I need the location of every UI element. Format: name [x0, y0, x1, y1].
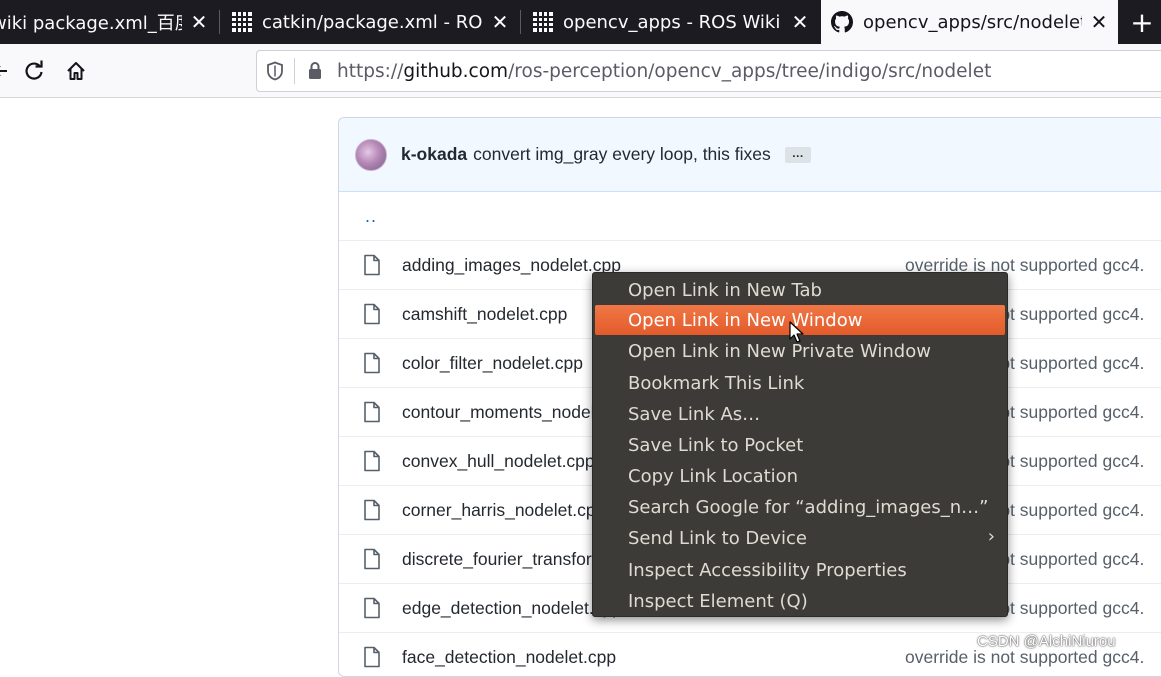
file-name-link[interactable]: face_detection_nodelet.cpp — [402, 647, 616, 668]
file-icon — [364, 499, 380, 521]
file-icon — [364, 646, 380, 668]
url-bar[interactable]: https://github.com/ros-perception/opencv… — [256, 50, 1161, 92]
parent-directory-link[interactable]: .. — [365, 206, 377, 227]
close-icon[interactable]: ✕ — [489, 10, 511, 34]
tab-opencv-apps-wiki[interactable]: opencv_apps - ROS Wiki ✕ — [521, 0, 819, 44]
file-name-link[interactable]: color_filter_nodelet.cpp — [402, 353, 583, 374]
lock-icon[interactable] — [307, 61, 323, 81]
file-icon — [364, 303, 380, 325]
commit-author[interactable]: k-okada — [401, 144, 467, 165]
close-icon[interactable]: ✕ — [789, 10, 811, 34]
home-button[interactable] — [61, 56, 91, 86]
tab-wiki-package[interactable]: wiki package.xml_百度 ✕ — [0, 0, 218, 44]
file-icon — [364, 254, 380, 276]
file-icon — [364, 450, 380, 472]
reload-button[interactable] — [19, 56, 49, 86]
new-tab-button[interactable]: + — [1124, 4, 1160, 40]
url-path: /ros-perception/opencv_apps/tree/indigo/… — [508, 60, 992, 82]
file-name-link[interactable]: adding_images_nodelet.cpp — [402, 255, 621, 276]
menu-item-inspect-accessibility-properties[interactable]: Inspect Accessibility Properties — [595, 555, 1005, 585]
tab-label: catkin/package.xml - ROS — [262, 11, 483, 33]
tab-strip: wiki package.xml_百度 ✕ catkin/package.xml… — [0, 0, 1161, 44]
menu-item-label: Inspect Element (Q) — [628, 590, 808, 612]
menu-item-label: Search Google for “adding_images_n…” — [628, 496, 989, 518]
tab-opencv-apps-github[interactable]: opencv_apps/src/nodelet ✕ — [821, 0, 1118, 44]
file-icon — [364, 401, 380, 423]
file-name-link[interactable]: convex_hull_nodelet.cpp — [402, 451, 595, 472]
tab-catkin-package[interactable]: catkin/package.xml - ROS ✕ — [220, 0, 519, 44]
shield-icon[interactable] — [266, 61, 284, 81]
file-icon — [364, 352, 380, 374]
file-icon — [364, 597, 380, 619]
expand-commit-button[interactable]: … — [784, 146, 811, 163]
ros-grid-icon — [533, 12, 553, 32]
menu-item-save-link-to-pocket[interactable]: Save Link to Pocket — [595, 430, 1005, 460]
url-host: github.com — [403, 60, 509, 82]
url-text[interactable]: https://github.com/ros-perception/opencv… — [337, 61, 991, 82]
commit-message[interactable]: convert img_gray every loop, this fixes — [473, 144, 771, 165]
menu-item-label: Open Link in New Window — [628, 309, 863, 331]
back-button[interactable] — [0, 56, 16, 86]
menu-item-label: Bookmark This Link — [628, 372, 805, 394]
menu-item-save-link-as[interactable]: Save Link As… — [595, 399, 1005, 429]
close-icon[interactable]: ✕ — [1088, 10, 1110, 34]
urlbar-divider — [294, 58, 295, 84]
navigation-toolbar: https://github.com/ros-perception/opencv… — [0, 44, 1161, 98]
menu-item-label: Copy Link Location — [628, 465, 799, 487]
chevron-right-icon: › — [987, 526, 995, 547]
file-icon — [364, 548, 380, 570]
menu-item-label: Send Link to Device — [628, 527, 807, 549]
menu-item-open-link-in-new-tab[interactable]: Open Link in New Tab — [595, 275, 1005, 305]
close-icon[interactable]: ✕ — [188, 10, 210, 34]
file-name-link[interactable]: edge_detection_nodelet.cpp — [402, 598, 622, 619]
reload-icon — [25, 60, 43, 80]
menu-item-label: Inspect Accessibility Properties — [628, 559, 907, 581]
menu-item-label: Open Link in New Private Window — [628, 340, 931, 362]
menu-item-search-google-for-adding-images-n[interactable]: Search Google for “adding_images_n…” — [595, 492, 1005, 522]
menu-item-bookmark-this-link[interactable]: Bookmark This Link — [595, 368, 1005, 398]
home-icon — [67, 62, 85, 80]
tab-label: wiki package.xml_百度 — [0, 13, 182, 34]
file-name-link[interactable]: corner_harris_nodelet.cpp — [402, 500, 605, 521]
latest-commit-bar: k-okada convert img_gray every loop, thi… — [339, 118, 1161, 192]
github-icon — [831, 11, 853, 33]
mouse-cursor-icon — [789, 321, 804, 343]
tab-label: opencv_apps/src/nodelet — [863, 11, 1082, 33]
file-name-link[interactable]: camshift_nodelet.cpp — [402, 304, 567, 325]
menu-item-label: Save Link As… — [628, 403, 761, 425]
menu-item-label: Open Link in New Tab — [628, 279, 822, 301]
url-scheme: https:// — [337, 60, 404, 82]
tab-label: opencv_apps - ROS Wiki — [563, 11, 781, 33]
watermark: CSDN @AlchiNiurou — [977, 633, 1116, 650]
menu-item-copy-link-location[interactable]: Copy Link Location — [595, 461, 1005, 491]
ros-grid-icon — [232, 12, 252, 32]
parent-directory-row[interactable]: .. — [339, 192, 1161, 241]
back-arrow-icon — [0, 66, 7, 76]
avatar[interactable] — [355, 138, 387, 171]
menu-item-inspect-element-q[interactable]: Inspect Element (Q) — [595, 586, 1005, 616]
menu-item-send-link-to-device[interactable]: Send Link to Device › — [595, 523, 1005, 553]
menu-item-label: Save Link to Pocket — [628, 434, 804, 456]
